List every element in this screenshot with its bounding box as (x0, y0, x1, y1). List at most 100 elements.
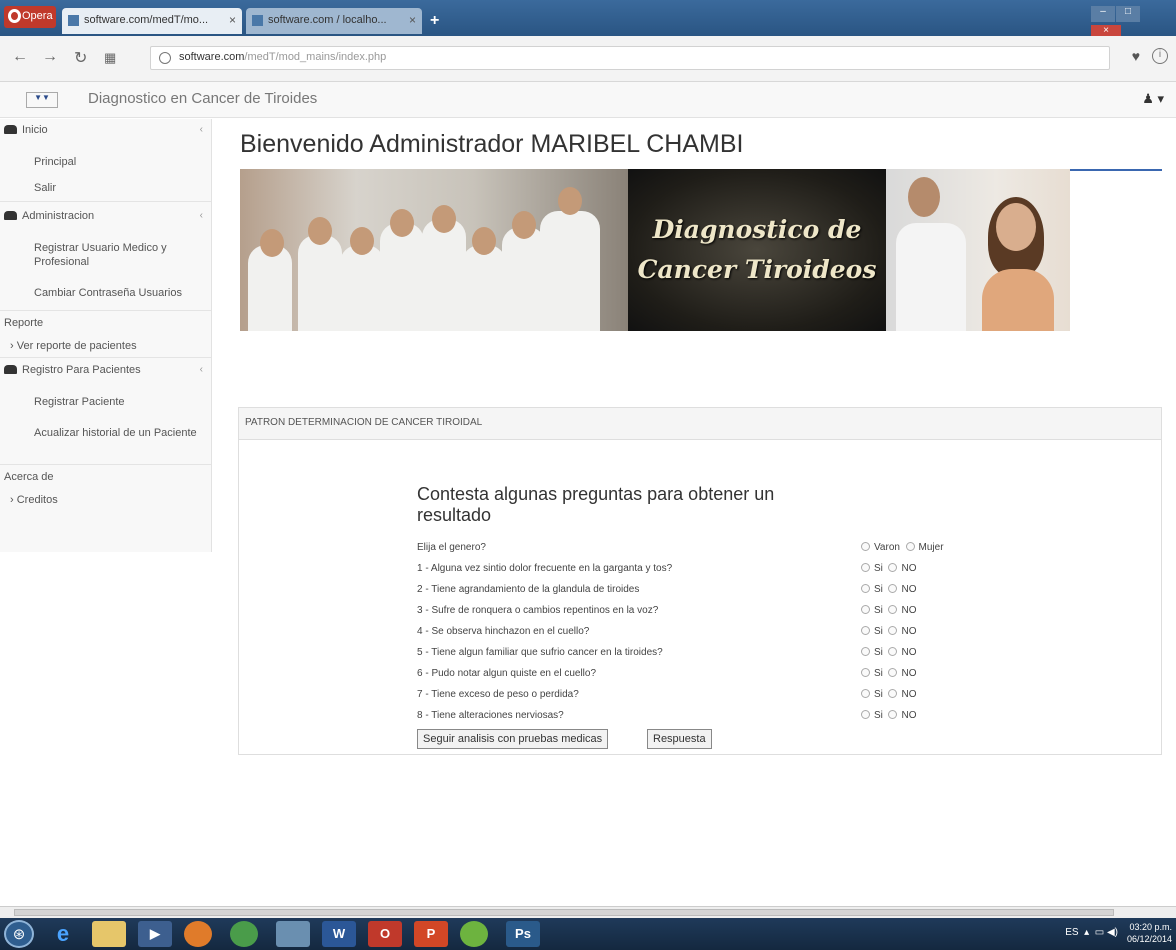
radio-label: NO (901, 689, 917, 700)
answer-options: Si NO (861, 605, 916, 616)
continue-analysis-button[interactable]: Seguir analisis con pruebas medicas (417, 729, 609, 749)
close-tab-icon[interactable]: × (229, 13, 236, 27)
radio-no[interactable] (888, 689, 898, 698)
app-icon[interactable] (460, 921, 488, 947)
radio-no[interactable] (888, 668, 898, 677)
answer-options: Si NO (861, 647, 916, 658)
banner-title-line1: Diagnostico de (652, 215, 862, 244)
sidebar-item-registro-pacientes[interactable]: Registro Para Pacientes ‹ (0, 358, 211, 386)
sidebar-item-label: Ver reporte de pacientes (16, 340, 137, 352)
sidebar-item-label: Acerca de (4, 471, 54, 483)
chevron-left-icon: ‹ (199, 364, 203, 375)
word-icon[interactable]: W (322, 921, 356, 947)
sidebar-item-acerca-de[interactable]: Acerca de (0, 465, 211, 489)
browser-tab-bar: Opera software.com/medT/mo... × software… (0, 0, 1176, 41)
radio-si[interactable] (861, 647, 870, 656)
sidebar-item-principal[interactable]: Principal (0, 149, 211, 175)
site-brand[interactable]: Diagnostico en Cancer de Tiroides (88, 90, 317, 107)
sidebar-item-label: Principal (34, 156, 77, 168)
tab-inactive[interactable]: software.com / localho... × (246, 8, 422, 34)
reload-icon[interactable]: ↻ (74, 48, 87, 68)
radio-label: Si (874, 584, 883, 595)
system-tray: ES ▴ ▭ ◀) (1065, 927, 1118, 938)
radio-varon[interactable] (861, 542, 870, 551)
speed-dial-icon[interactable]: ▦ (104, 50, 116, 66)
tray-arrow-icon[interactable]: ▴ (1084, 927, 1089, 938)
chevron-left-icon: ‹ (199, 210, 203, 221)
ie-icon[interactable]: e (46, 921, 80, 947)
firefox-icon[interactable] (184, 921, 212, 947)
page-favicon-icon (252, 15, 263, 26)
radio-si[interactable] (861, 626, 870, 635)
back-icon[interactable]: ← (12, 48, 28, 66)
powerpoint-icon[interactable]: P (414, 921, 448, 947)
radio-no[interactable] (888, 563, 898, 572)
radio-si[interactable] (861, 710, 870, 719)
scrollbar-thumb[interactable] (14, 909, 1114, 916)
radio-no[interactable] (888, 647, 898, 656)
opera-taskbar-icon[interactable]: O (368, 921, 402, 947)
windows-taskbar: ⊛ e ▶ W O P Ps ES ▴ ▭ ◀) 03:20 p.m. 06/1… (0, 918, 1176, 950)
user-menu-button[interactable]: ♟ ▾ (1142, 91, 1164, 107)
minimize-icon[interactable]: – (1091, 6, 1115, 22)
sidebar-item-registrar-paciente[interactable]: Registrar Paciente (0, 386, 211, 418)
radio-si[interactable] (861, 689, 870, 698)
radio-no[interactable] (888, 584, 898, 593)
bullet-icon: › (10, 494, 17, 506)
sidebar-item-reporte[interactable]: Reporte (0, 311, 211, 335)
url-path: /medT/mod_mains/index.php (244, 51, 387, 63)
sidebar-item-label: Creditos (16, 494, 58, 506)
tab-active[interactable]: software.com/medT/mo... × (62, 8, 242, 34)
forward-icon[interactable]: → (42, 48, 58, 66)
radio-label: Si (874, 689, 883, 700)
sidebar-item-actualizar-historial[interactable]: Acualizar historial de un Paciente (0, 418, 211, 464)
chevron-left-icon: ‹ (199, 124, 203, 135)
web-page: ▼▼ Diagnostico en Cancer de Tiroides ♟ ▾… (0, 82, 1176, 908)
radio-si[interactable] (861, 668, 870, 677)
radio-si[interactable] (861, 563, 870, 572)
language-indicator[interactable]: ES (1065, 927, 1078, 938)
network-tray-icon[interactable]: ▭ (1095, 927, 1104, 938)
folder-icon[interactable] (92, 921, 126, 947)
radio-si[interactable] (861, 584, 870, 593)
user-icon: ♟ (1142, 91, 1154, 106)
radio-si[interactable] (861, 605, 870, 614)
site-logo[interactable]: ▼▼ (26, 92, 58, 108)
answer-button[interactable]: Respuesta (647, 729, 712, 749)
dashboard-icon (4, 211, 17, 220)
sidebar-item-ver-reporte[interactable]: › Ver reporte de pacientes (0, 335, 211, 357)
heart-icon[interactable]: ♥ (1132, 48, 1140, 64)
media-player-icon[interactable]: ▶ (138, 921, 172, 947)
radio-no[interactable] (888, 626, 898, 635)
chrome-icon[interactable] (230, 921, 258, 947)
radio-mujer[interactable] (905, 542, 915, 551)
sidebar-item-salir[interactable]: Salir (0, 175, 211, 201)
address-bar[interactable]: software.com/medT/mod_mains/index.php (150, 46, 1110, 70)
volume-icon[interactable]: ◀) (1107, 927, 1118, 938)
new-tab-button[interactable]: + (430, 12, 439, 30)
sidebar-item-administracion[interactable]: Administracion ‹ (0, 202, 211, 236)
question-2: 2 - Tiene agrandamiento de la glandula d… (417, 584, 640, 595)
radio-no[interactable] (888, 605, 898, 614)
radio-label: NO (901, 710, 917, 721)
network-icon[interactable] (276, 921, 310, 947)
sidebar-item-inicio[interactable]: Inicio ‹ (0, 119, 211, 149)
opera-menu-button[interactable]: Opera (4, 6, 56, 28)
opera-menu-label: Opera (22, 10, 53, 22)
info-icon[interactable]: i (1152, 48, 1168, 64)
radio-label: NO (901, 584, 917, 595)
maximize-icon[interactable]: □ (1116, 6, 1140, 22)
photoshop-icon[interactable]: Ps (506, 921, 540, 947)
close-tab-icon[interactable]: × (409, 13, 416, 27)
radio-no[interactable] (888, 710, 898, 719)
clock-time: 03:20 p.m. (1129, 922, 1172, 932)
sidebar-item-creditos[interactable]: › Creditos (0, 489, 211, 511)
start-button[interactable]: ⊛ (4, 920, 34, 948)
url-domain: software.com (179, 51, 245, 63)
sidebar-item-cambiar-contrasena[interactable]: Cambiar Contraseña Usuarios (0, 280, 211, 310)
horizontal-scrollbar[interactable] (0, 906, 1176, 918)
question-8: 8 - Tiene alteraciones nerviosas? (417, 710, 564, 721)
sidebar-item-registrar-usuario[interactable]: Registrar Usuario Medico y Profesional (0, 236, 211, 280)
clock[interactable]: 03:20 p.m. 06/12/2014 (1127, 921, 1172, 945)
question-1: 1 - Alguna vez sintio dolor frecuente en… (417, 563, 673, 574)
